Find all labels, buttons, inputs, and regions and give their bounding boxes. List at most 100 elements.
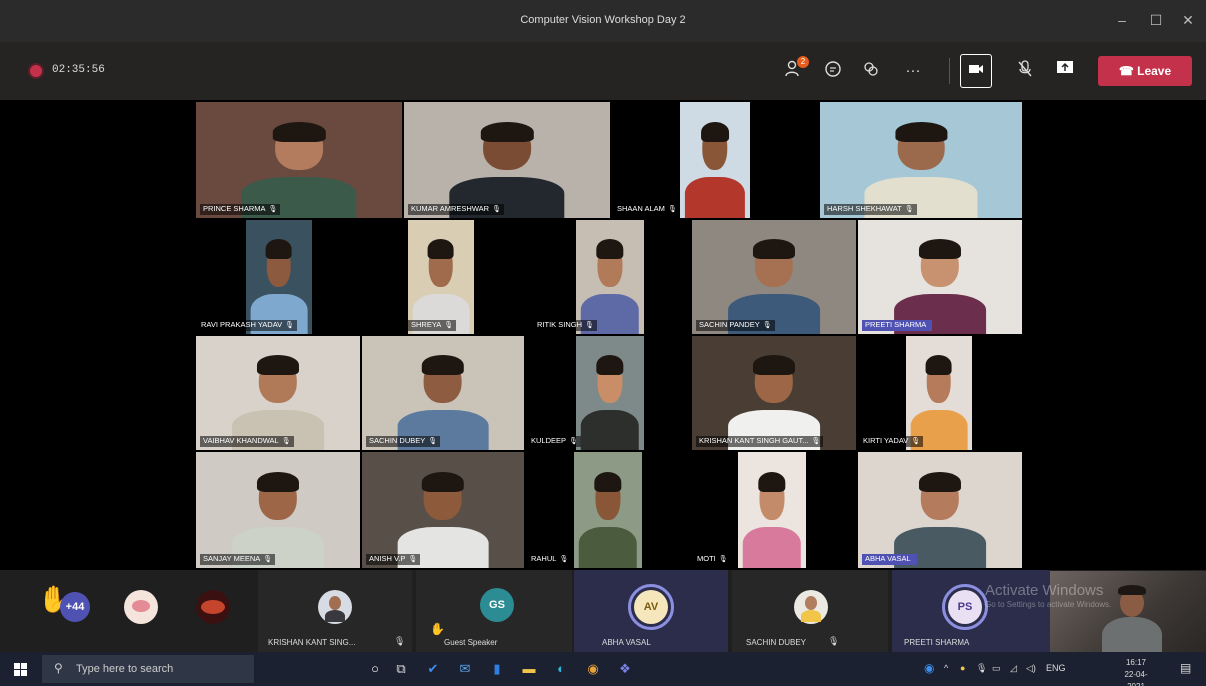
mic-icon: 🎙	[444, 322, 454, 329]
close-icon[interactable]: ✕	[1178, 10, 1198, 30]
phone-link-icon[interactable]: ▮	[488, 660, 506, 678]
strip-participant-krishan[interactable]: KRISHAN KANT SING... 🎙	[258, 570, 412, 652]
participant-name-tag: HARSH SHEKHAWAT 🎙	[824, 204, 917, 215]
video-tile[interactable]: KULDEEP 🎙	[526, 336, 690, 450]
window-title: Computer Vision Workshop Day 2	[520, 14, 686, 26]
more-icon[interactable]: ···	[902, 60, 924, 82]
participant-name: RAHUL	[531, 554, 557, 563]
participant-hair	[480, 121, 534, 142]
video-frame	[738, 452, 806, 568]
video-tile[interactable]: KRISHAN KANT SINGH GAUT... 🎙	[692, 336, 856, 450]
participant-name-tag: SACHIN DUBEY 🎙	[366, 436, 441, 447]
clock-time: 16:17	[1125, 658, 1147, 667]
minimize-icon[interactable]: –	[1112, 10, 1132, 30]
recording-icon	[30, 65, 42, 77]
tick-app-icon[interactable]: ✔	[424, 660, 442, 678]
video-tile[interactable]: RITIK SINGH 🎙	[532, 220, 690, 334]
participant-name-tag: PRINCE SHARMA 🎙	[200, 204, 281, 215]
participant-hair	[256, 355, 300, 376]
participant-hair	[752, 239, 796, 260]
mic-icon: 🎙	[492, 206, 501, 213]
participant-name-tag: ANISH V.P 🎙	[366, 554, 421, 565]
mic-icon: 🎙	[667, 206, 677, 213]
participant-name: RAVI PRAKASH YADAV	[201, 320, 283, 329]
strip-participant-abha[interactable]: AV ABHA VASAL	[574, 570, 728, 652]
participant-name: VAIBHAV KHANDWAL	[203, 436, 279, 445]
participant-hair	[918, 239, 962, 260]
taskbar-search[interactable]: ⚲ Type here to search	[42, 655, 254, 683]
participant-hair	[256, 471, 300, 492]
chat-icon[interactable]	[822, 60, 844, 82]
video-tile[interactable]: SACHIN DUBEY 🎙	[362, 336, 524, 450]
video-tile[interactable]: PREETI SHARMA	[858, 220, 1022, 334]
tray-chevron-icon[interactable]: ^	[944, 663, 948, 673]
video-tile[interactable]: KIRTI YADAV 🎙	[858, 336, 1022, 450]
teams-icon[interactable]: ❖	[616, 660, 634, 678]
task-view-icon[interactable]: ⧉	[392, 660, 410, 678]
windows-start-icon[interactable]	[14, 663, 27, 676]
participant-name: ABHA VASAL	[865, 554, 911, 563]
edge-icon[interactable]: ◐	[552, 660, 570, 678]
notifications-icon[interactable]: ▤	[1180, 661, 1191, 675]
maximize-icon[interactable]: ☐	[1146, 10, 1166, 30]
participant-name-tag: RITIK SINGH 🎙	[534, 320, 597, 331]
participant-avatar-image[interactable]	[196, 590, 230, 624]
file-explorer-icon[interactable]: ▬	[520, 660, 538, 678]
tray-battery-icon[interactable]: ▭	[992, 663, 1001, 674]
reactions-icon[interactable]	[860, 60, 882, 82]
participant-name: PRINCE SHARMA	[203, 204, 266, 213]
participant-name-tag: SACHIN PANDEY 🎙	[696, 320, 775, 331]
mic-icon: 🎙	[285, 322, 295, 329]
more-participants-button[interactable]: +44	[60, 592, 90, 622]
mic-off-icon[interactable]	[1014, 60, 1036, 82]
tray-network-icon[interactable]: ◿	[1010, 663, 1017, 674]
toolbar-divider	[949, 58, 950, 84]
video-frame	[576, 220, 644, 334]
participant-hair	[918, 471, 962, 492]
phone-icon: ☎	[1118, 64, 1134, 78]
participant-body	[578, 527, 638, 568]
activation-watermark: Activate Windows	[985, 582, 1104, 599]
participant-hair	[701, 121, 729, 142]
tray-volume-icon[interactable]: ◁)	[1026, 663, 1036, 674]
video-tile[interactable]: SHAAN ALAM 🎙	[612, 102, 818, 218]
tray-language[interactable]: ENG	[1046, 663, 1066, 673]
participants-icon[interactable]: 2	[784, 56, 809, 82]
strip-participant-guest[interactable]: GS ✋ Guest Speaker	[416, 570, 572, 652]
participants-badge: 2	[797, 56, 809, 68]
video-tile[interactable]: ABHA VASAL	[858, 452, 1022, 568]
mail-icon[interactable]: ✉	[456, 660, 474, 678]
participant-name-tag: RAHUL 🎙	[528, 554, 572, 565]
mic-icon: 🎙	[394, 636, 406, 646]
video-grid: PRINCE SHARMA 🎙 KUMAR AMRESHWAR 🎙 SHAAN ALAM…	[196, 102, 1022, 568]
participant-name: SANJAY MEENA	[203, 554, 261, 563]
participant-figure	[578, 471, 638, 568]
video-tile[interactable]: RAVI PRAKASH YADAV 🎙	[196, 220, 402, 334]
self-view-body	[1102, 617, 1162, 652]
avatar: AV	[634, 590, 668, 624]
video-tile[interactable]: SANJAY MEENA 🎙	[196, 452, 360, 568]
strip-participant-sachin[interactable]: SACHIN DUBEY 🎙	[732, 570, 888, 652]
share-icon[interactable]	[1054, 60, 1076, 82]
participant-avatar-logo[interactable]	[124, 590, 158, 624]
video-tile[interactable]: SHREYA 🎙	[404, 220, 530, 334]
video-tile[interactable]: PRINCE SHARMA 🎙	[196, 102, 402, 218]
taskbar-clock[interactable]: 16:17 22-04-2021	[1116, 657, 1156, 686]
chrome-icon[interactable]: ◉	[584, 660, 602, 678]
mic-icon: 🎙	[569, 438, 578, 445]
video-tile[interactable]: HARSH SHEKHAWAT 🎙	[820, 102, 1022, 218]
tray-app-icon[interactable]: ●	[960, 663, 965, 673]
video-tile[interactable]: SACHIN PANDEY 🎙	[692, 220, 856, 334]
video-tile[interactable]: VAIBHAV KHANDWAL 🎙	[196, 336, 360, 450]
tray-mic-icon[interactable]: 🎙	[976, 663, 987, 674]
participant-hair	[422, 355, 464, 376]
video-tile[interactable]: MOTI 🎙	[692, 452, 856, 568]
video-tile[interactable]: RAHUL 🎙	[526, 452, 690, 568]
camera-button[interactable]	[960, 54, 992, 88]
help-icon[interactable]: ◉	[924, 661, 934, 675]
video-tile[interactable]: ANISH V.P 🎙	[362, 452, 524, 568]
leave-button[interactable]: ☎ Leave	[1098, 56, 1192, 86]
video-tile[interactable]: KUMAR AMRESHWAR 🎙	[404, 102, 610, 218]
cortana-icon[interactable]: ○	[366, 660, 384, 678]
mic-icon: 🎙	[263, 556, 273, 563]
